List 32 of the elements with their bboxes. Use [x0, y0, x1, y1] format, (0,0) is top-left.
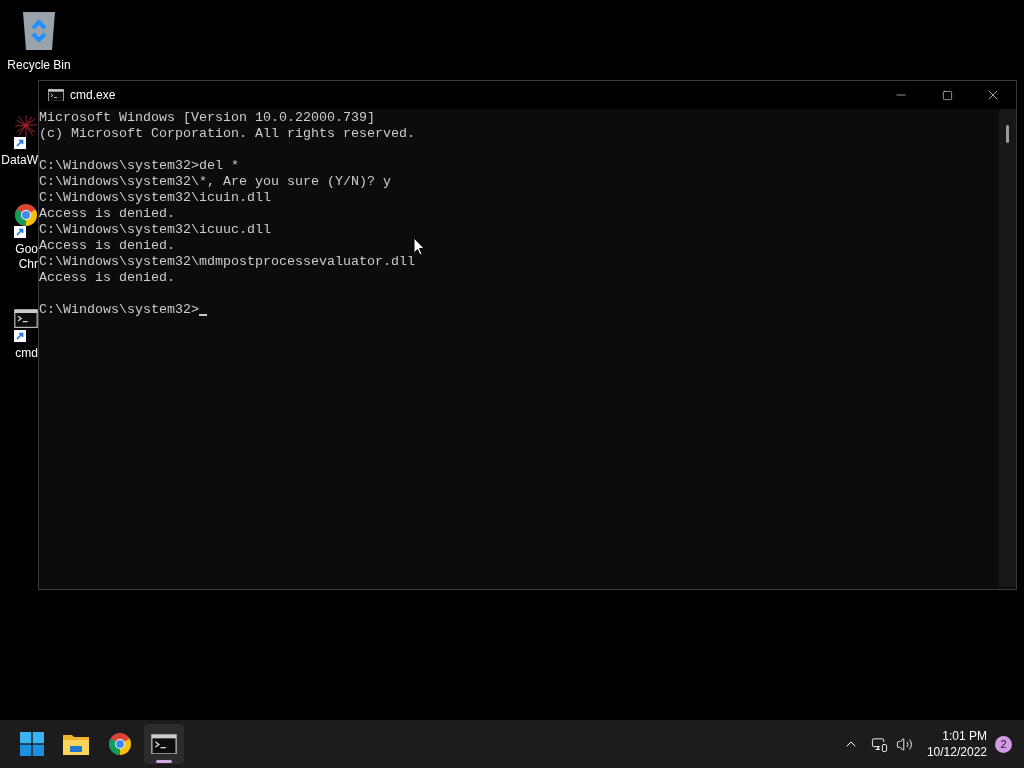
windows-logo-icon	[20, 732, 44, 756]
desktop-icon-label[interactable]: Recycle Bin	[7, 58, 71, 73]
scrollbar[interactable]	[999, 109, 1016, 587]
active-indicator	[156, 760, 172, 763]
desktop-icon-label[interactable]: Goo Chr	[15, 242, 38, 272]
chrome-icon	[108, 732, 132, 756]
console-line: Access is denied.	[39, 238, 175, 254]
volume-icon[interactable]	[895, 735, 913, 753]
desktop-icon-label[interactable]: DataW	[1, 153, 38, 168]
network-icon[interactable]	[870, 735, 888, 753]
console-line: Access is denied.	[39, 206, 175, 222]
maximize-icon	[941, 89, 953, 101]
console-icon	[151, 733, 177, 755]
mouse-pointer-icon	[413, 237, 425, 256]
recycle-bin-icon	[20, 10, 58, 52]
console-line: C:\Windows\system32\icuin.dll	[39, 190, 271, 206]
window-title: cmd.exe	[70, 87, 116, 104]
folder-icon	[63, 733, 89, 755]
console-line: C:\Windows\system32>del *	[39, 158, 239, 174]
console-line: Microsoft Windows [Version 10.0.22000.739]	[39, 110, 375, 126]
console-line: C:\Windows\system32\mdmpostprocessevaluator.dll	[39, 254, 415, 270]
console-line: C:\Windows\system32\*, Are you sure (Y/N)? y	[39, 174, 391, 190]
command-prompt: C:\Windows\system32>	[39, 302, 199, 318]
taskbar-app[interactable]	[144, 724, 184, 764]
console-line: C:\Windows\system32\icuuc.dll	[39, 222, 271, 238]
console-line: Access is denied.	[39, 270, 175, 286]
desktop-icon-label[interactable]: cmd	[15, 346, 38, 361]
clock-time[interactable]: 1:01 PM	[942, 728, 987, 744]
console-icon	[48, 88, 64, 102]
clock-date[interactable]: 10/12/2022	[926, 744, 987, 760]
console-line: (c) Microsoft Corporation. All rights reserved.	[39, 126, 415, 142]
notification-badge[interactable]: 2	[995, 735, 1012, 753]
